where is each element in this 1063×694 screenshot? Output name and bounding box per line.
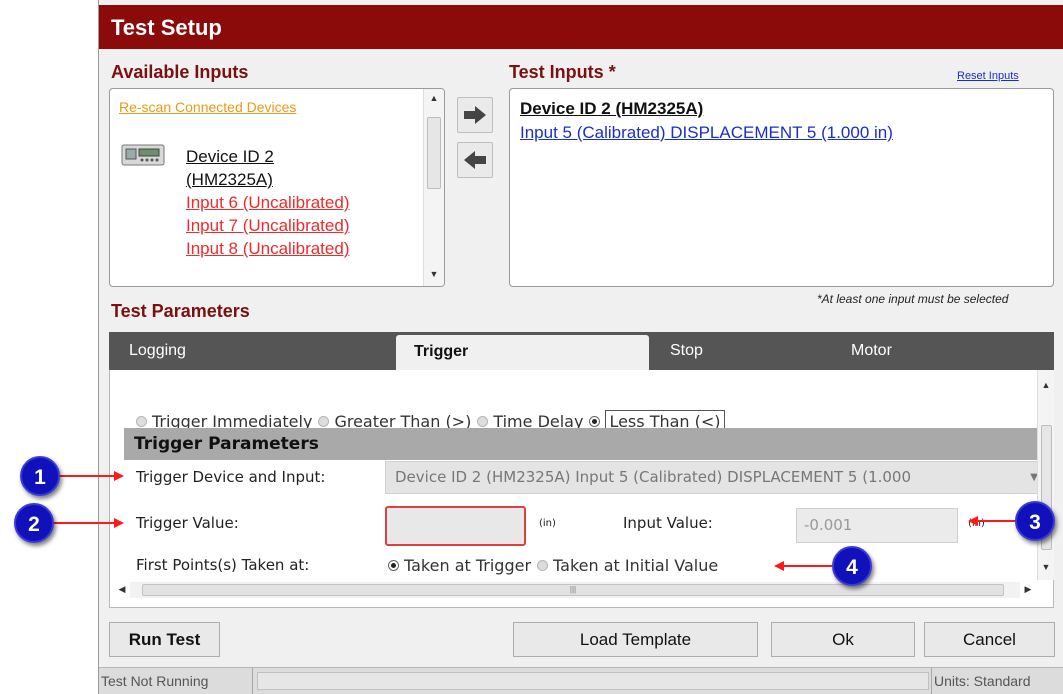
- callout-1: 1: [20, 456, 60, 496]
- callout-4: 4: [832, 546, 872, 586]
- callout-2: 2: [14, 503, 54, 543]
- callout-3: 3: [1015, 501, 1055, 541]
- annotation-arrows: [40, 471, 1015, 571]
